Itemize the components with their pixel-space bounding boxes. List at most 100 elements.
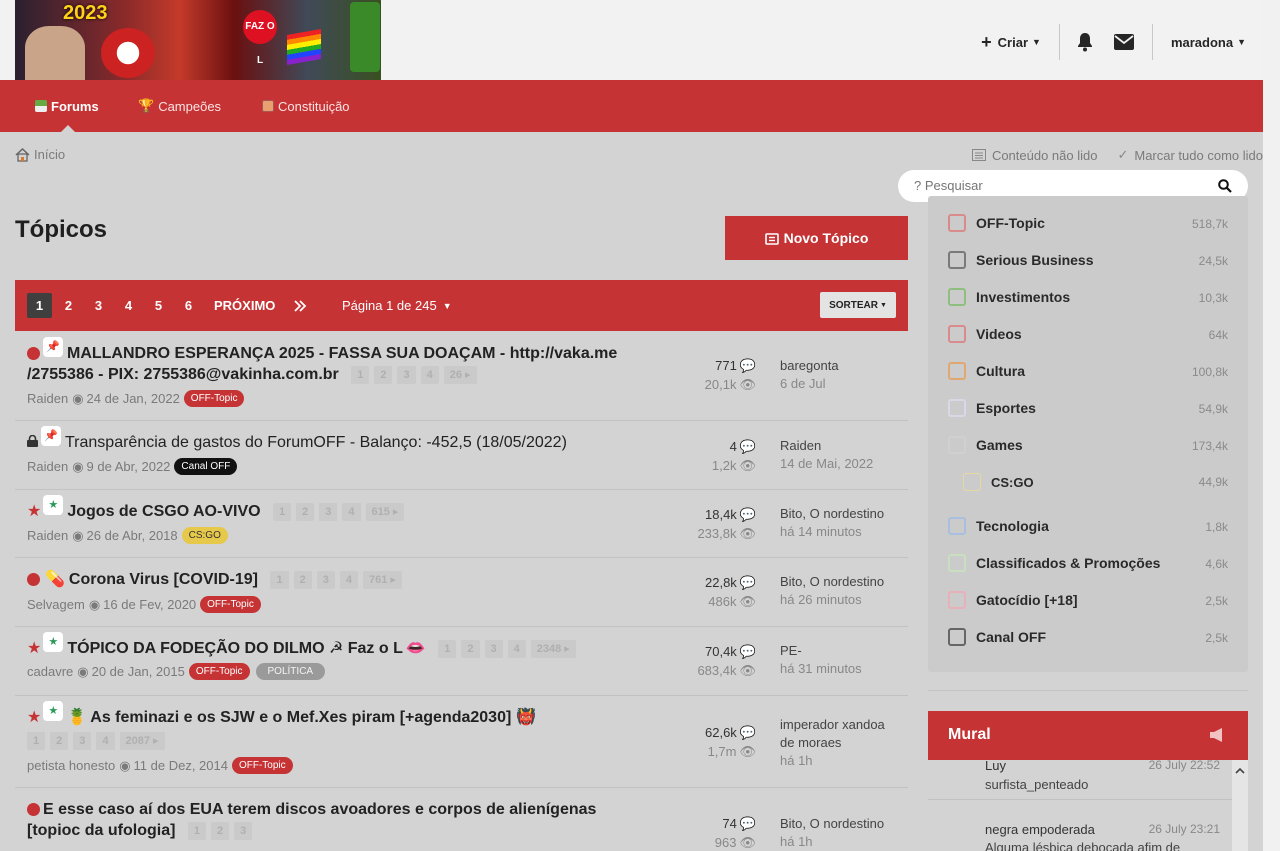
mural-user[interactable]: negra empoderada — [985, 822, 1095, 837]
unread-content-link[interactable]: Conteúdo não lido — [971, 148, 1097, 163]
search-icon[interactable] — [1218, 179, 1232, 196]
nav-tab-champions[interactable]: 🏆 Campeões — [138, 80, 221, 132]
topic-page-link[interactable]: 3 — [73, 732, 92, 750]
page-link[interactable]: 5 — [146, 293, 171, 318]
topic-author[interactable]: petista honesto — [27, 758, 115, 773]
topic-author[interactable]: Raiden — [27, 459, 68, 474]
topic-page-link[interactable]: 3 — [316, 570, 335, 589]
category-item[interactable]: Serious Business — [948, 251, 1094, 269]
topic-author[interactable]: Raiden — [27, 528, 68, 543]
topic-page-link[interactable]: 2 — [374, 365, 393, 384]
topic-tag[interactable]: OFF-Topic — [200, 596, 261, 613]
topic-page-link[interactable]: 4 — [339, 570, 358, 589]
category-item[interactable]: Cultura — [948, 362, 1025, 380]
last-post-user[interactable]: Raiden — [780, 437, 873, 455]
topic-page-link[interactable]: 1 — [27, 732, 46, 750]
topic-tag[interactable]: OFF-Topic — [231, 757, 293, 774]
topic-author[interactable]: Selvagem — [27, 597, 85, 612]
sort-button[interactable]: SORTEAR ▼ — [820, 292, 896, 318]
topic-page-link[interactable]: 26 ▸ — [443, 365, 477, 384]
topic-title-link[interactable]: E esse caso aí dos EUA terem discos avoa… — [27, 799, 596, 841]
scroll-up-icon[interactable] — [1235, 763, 1245, 778]
topic-page-link[interactable]: 1 — [351, 365, 370, 384]
page-link[interactable]: 6 — [176, 293, 201, 318]
topic-page-link[interactable]: 2087 ▸ — [119, 732, 165, 750]
category-item[interactable]: Investimentos — [948, 288, 1070, 306]
topic-title-link[interactable]: ★ ★ 🍍 As feminazi e os SJW e o Mef.Xes pira… — [27, 701, 536, 728]
page-link[interactable]: 2 — [56, 293, 81, 318]
topic-page-link[interactable]: 2 — [50, 732, 69, 750]
category-item[interactable]: Canal OFF — [948, 628, 1046, 646]
topic-page-link[interactable]: 1 — [273, 502, 292, 521]
category-item[interactable]: Gatocídio [+18] — [948, 591, 1078, 609]
last-post-time[interactable]: há 31 minutos — [780, 660, 862, 678]
topic-page-link[interactable]: 1 — [438, 639, 457, 658]
create-menu-button[interactable]: + Criar ▼ — [963, 24, 1059, 60]
new-topic-button[interactable]: Novo Tópico — [725, 216, 908, 260]
topic-author[interactable]: Raiden — [27, 391, 68, 406]
last-page-icon[interactable] — [287, 293, 312, 318]
last-post-user[interactable]: PE- — [780, 642, 862, 660]
mark-all-read-link[interactable]: ✓ Marcar tudo como lido — [1117, 147, 1263, 163]
breadcrumb-home-link[interactable]: Início — [34, 147, 65, 162]
topic-page-link[interactable]: 761 ▸ — [362, 570, 402, 589]
last-post-user[interactable]: Bito, O nordestino — [780, 573, 884, 591]
topic-page-link[interactable]: 2 — [293, 570, 312, 589]
topic-page-link[interactable]: 4 — [342, 502, 361, 521]
user-menu-button[interactable]: maradona ▼ — [1153, 24, 1246, 60]
search-input[interactable] — [914, 178, 1204, 193]
last-post-time[interactable]: há 26 minutos — [780, 591, 884, 609]
topic-page-link[interactable]: 1 — [270, 570, 289, 589]
last-post-time[interactable]: 14 de Mai, 2022 — [780, 455, 873, 473]
topic-page-link[interactable]: 4 — [507, 639, 526, 658]
notifications-bell-icon[interactable] — [1060, 32, 1104, 52]
topic-page-link[interactable]: 2 — [461, 639, 480, 658]
page-link[interactable]: 3 — [86, 293, 111, 318]
subcategory-item[interactable]: CS:GO — [963, 473, 1034, 491]
topic-page-link[interactable]: 4 — [420, 365, 439, 384]
topic-title-link[interactable]: ★ ★ Jogos de CSGO AO-VIVO 1 2 3 4 615 ▸ — [27, 495, 409, 522]
topic-page-link[interactable]: 3 — [397, 365, 416, 384]
topic-page-link[interactable]: 4 — [96, 732, 115, 750]
site-banner[interactable]: 2023 FAZ O L — [15, 0, 381, 80]
topic-page-link[interactable]: 1 — [187, 821, 206, 840]
category-item[interactable]: Esportes — [948, 399, 1036, 417]
category-item[interactable]: OFF-Topic — [948, 214, 1045, 232]
topic-title-link[interactable]: 📌 Transparência de gastos do ForumOFF - B… — [27, 426, 567, 453]
last-post-user[interactable]: baregonta — [780, 357, 839, 375]
topic-page-link[interactable]: 3 — [234, 821, 253, 840]
category-item[interactable]: Videos — [948, 325, 1022, 343]
page-jump-dropdown[interactable]: Página 1 de 245 ▼ — [342, 293, 452, 318]
last-post-time[interactable]: há 14 minutos — [780, 523, 884, 541]
topic-page-link[interactable]: 2 — [296, 502, 315, 521]
topic-title-link[interactable]: 💊 Corona Virus [COVID-19] 1 2 3 4 761 ▸ — [27, 569, 407, 590]
topic-title-link[interactable]: ★ ★ TÓPICO DA FODEÇÃO DO DILMO ☭ Faz o L 👄 … — [27, 632, 581, 659]
topic-page-link[interactable]: 615 ▸ — [365, 502, 405, 521]
last-post-user[interactable]: imperador xandoa — [780, 716, 885, 734]
last-post-time[interactable]: 6 de Jul — [780, 375, 839, 393]
category-item[interactable]: Tecnologia — [948, 517, 1049, 535]
next-page-link[interactable]: PRÓXIMO — [214, 293, 275, 318]
topic-page-link[interactable]: 2 — [211, 821, 230, 840]
topic-tag[interactable]: OFF-Topic — [188, 663, 250, 680]
topic-tag[interactable]: Canal OFF — [174, 458, 238, 475]
last-post-time[interactable]: há 1h — [780, 752, 885, 770]
topic-author[interactable]: cadavre — [27, 664, 73, 679]
messages-envelope-icon[interactable] — [1104, 34, 1152, 50]
topic-tag[interactable]: CS:GO — [181, 527, 228, 544]
topic-page-link[interactable]: 2348 ▸ — [530, 639, 576, 658]
last-post-time[interactable]: há 1h — [780, 833, 884, 851]
mural-scrollbar[interactable] — [1232, 760, 1248, 851]
mural-user[interactable]: Luy — [985, 760, 1006, 773]
last-post-user[interactable]: Bito, O nordestino — [780, 505, 884, 523]
page-link[interactable]: 4 — [116, 293, 141, 318]
topic-title-link[interactable]: 📌 MALLANDRO ESPERANÇA 2025 - FASSA SUA DO… — [27, 337, 617, 385]
category-item[interactable]: Classificados & Promoções — [948, 554, 1160, 572]
page-link[interactable]: 1 — [27, 293, 52, 318]
last-post-user[interactable]: de moraes — [780, 734, 885, 752]
topic-page-link[interactable]: 3 — [319, 502, 338, 521]
last-post-user[interactable]: Bito, O nordestino — [780, 815, 884, 833]
topic-tag[interactable]: OFF-Topic — [183, 390, 245, 407]
megaphone-icon[interactable] — [1209, 727, 1223, 746]
topic-tag-secondary[interactable]: POLÍTICA — [255, 663, 326, 680]
